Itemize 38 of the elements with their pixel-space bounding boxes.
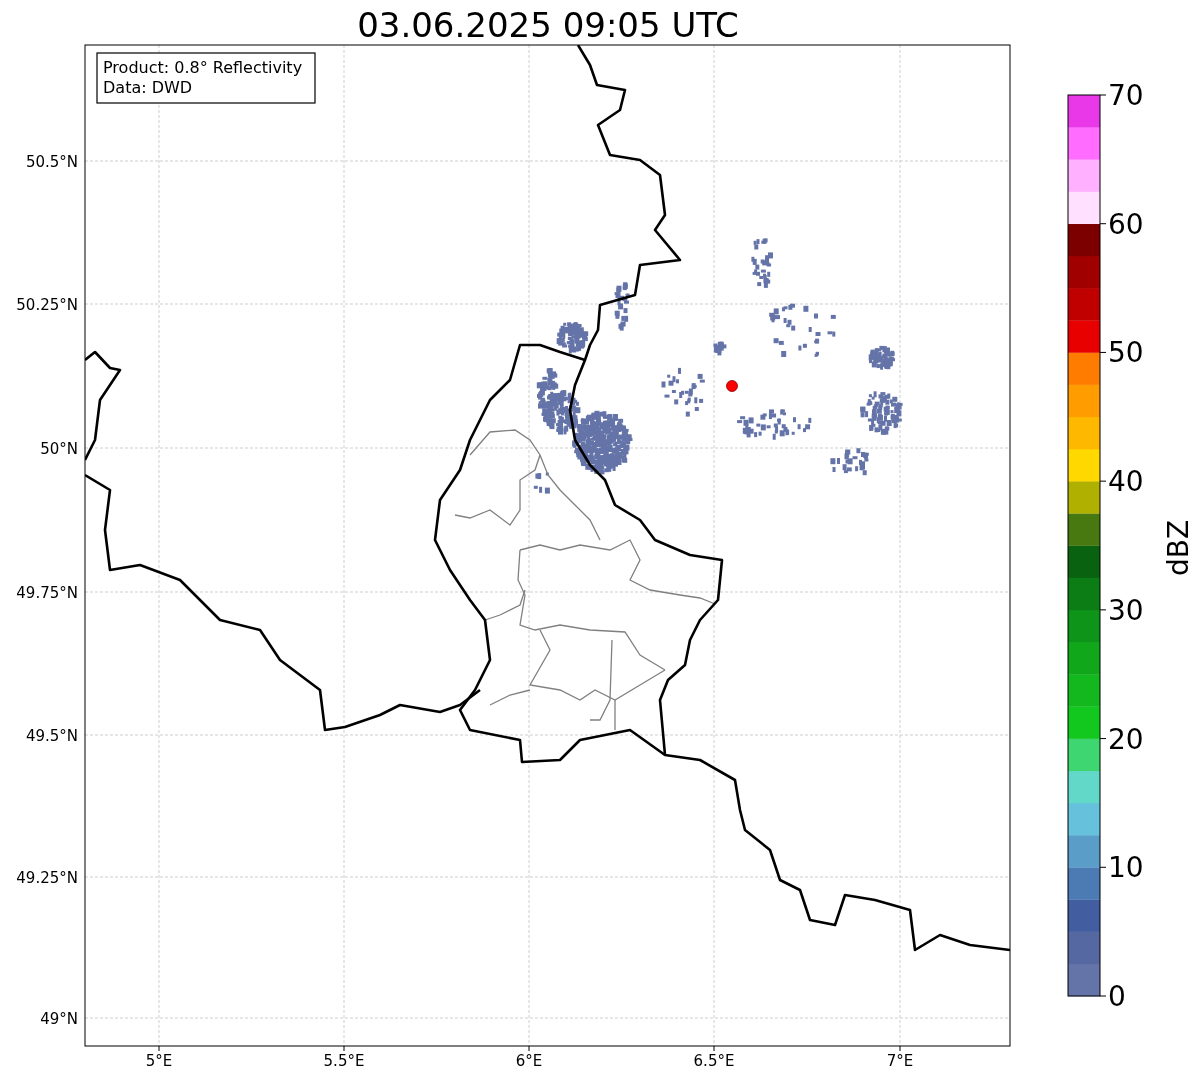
colorbar-tick-label: 60 — [1108, 207, 1144, 241]
colorbar-tick-label: 20 — [1108, 722, 1144, 756]
tick-mark — [343, 1045, 345, 1052]
colorbar-tick-label: 40 — [1108, 465, 1144, 499]
axis-tick-label: 6.5°E — [693, 1052, 735, 1070]
tick-mark — [1099, 866, 1107, 868]
axis-tick-label: 49.25°N — [16, 869, 78, 887]
colorbar-label: dBZ — [1162, 519, 1195, 577]
tick-mark — [1099, 609, 1107, 611]
colorbar-tick-label: 70 — [1108, 79, 1144, 112]
colorbar-tick-label: 0 — [1108, 980, 1126, 1013]
axis-tick-label: 49.5°N — [25, 727, 78, 745]
tick-mark — [899, 1045, 901, 1052]
tick-mark — [1099, 223, 1107, 225]
colorbar-tick-label: 10 — [1108, 851, 1144, 885]
axis-tick-label: 49°N — [40, 1010, 78, 1028]
axis-tick-label: 50.25°N — [16, 296, 78, 314]
tick-mark — [158, 1045, 160, 1052]
chart-title: 03.06.2025 09:05 UTC — [357, 5, 739, 45]
tick-mark — [1099, 995, 1107, 997]
tick-mark — [713, 1045, 715, 1052]
axis-tick-label: 5°E — [145, 1052, 173, 1070]
colorbar-tick-label: 50 — [1108, 336, 1144, 370]
tick-mark — [1099, 94, 1107, 96]
tick-mark — [1099, 351, 1107, 353]
info-text: Data: DWD — [103, 78, 193, 97]
radar-site-marker — [726, 380, 738, 392]
axis-tick-label: 7°E — [886, 1052, 914, 1070]
axis-tick-label: 50°N — [40, 440, 78, 458]
axis-tick-label: 6°E — [515, 1052, 543, 1070]
axis-tick-label: 50.5°N — [25, 153, 78, 171]
colorbar-tick-label: 30 — [1108, 593, 1144, 627]
axis-tick-label: 5.5°E — [323, 1052, 365, 1070]
tick-mark — [528, 1045, 530, 1052]
tick-mark — [1099, 738, 1107, 740]
info-text: Product: 0.8° Reflectivity — [103, 58, 303, 77]
tick-mark — [1099, 480, 1107, 482]
axis-tick-label: 49.75°N — [16, 584, 78, 602]
